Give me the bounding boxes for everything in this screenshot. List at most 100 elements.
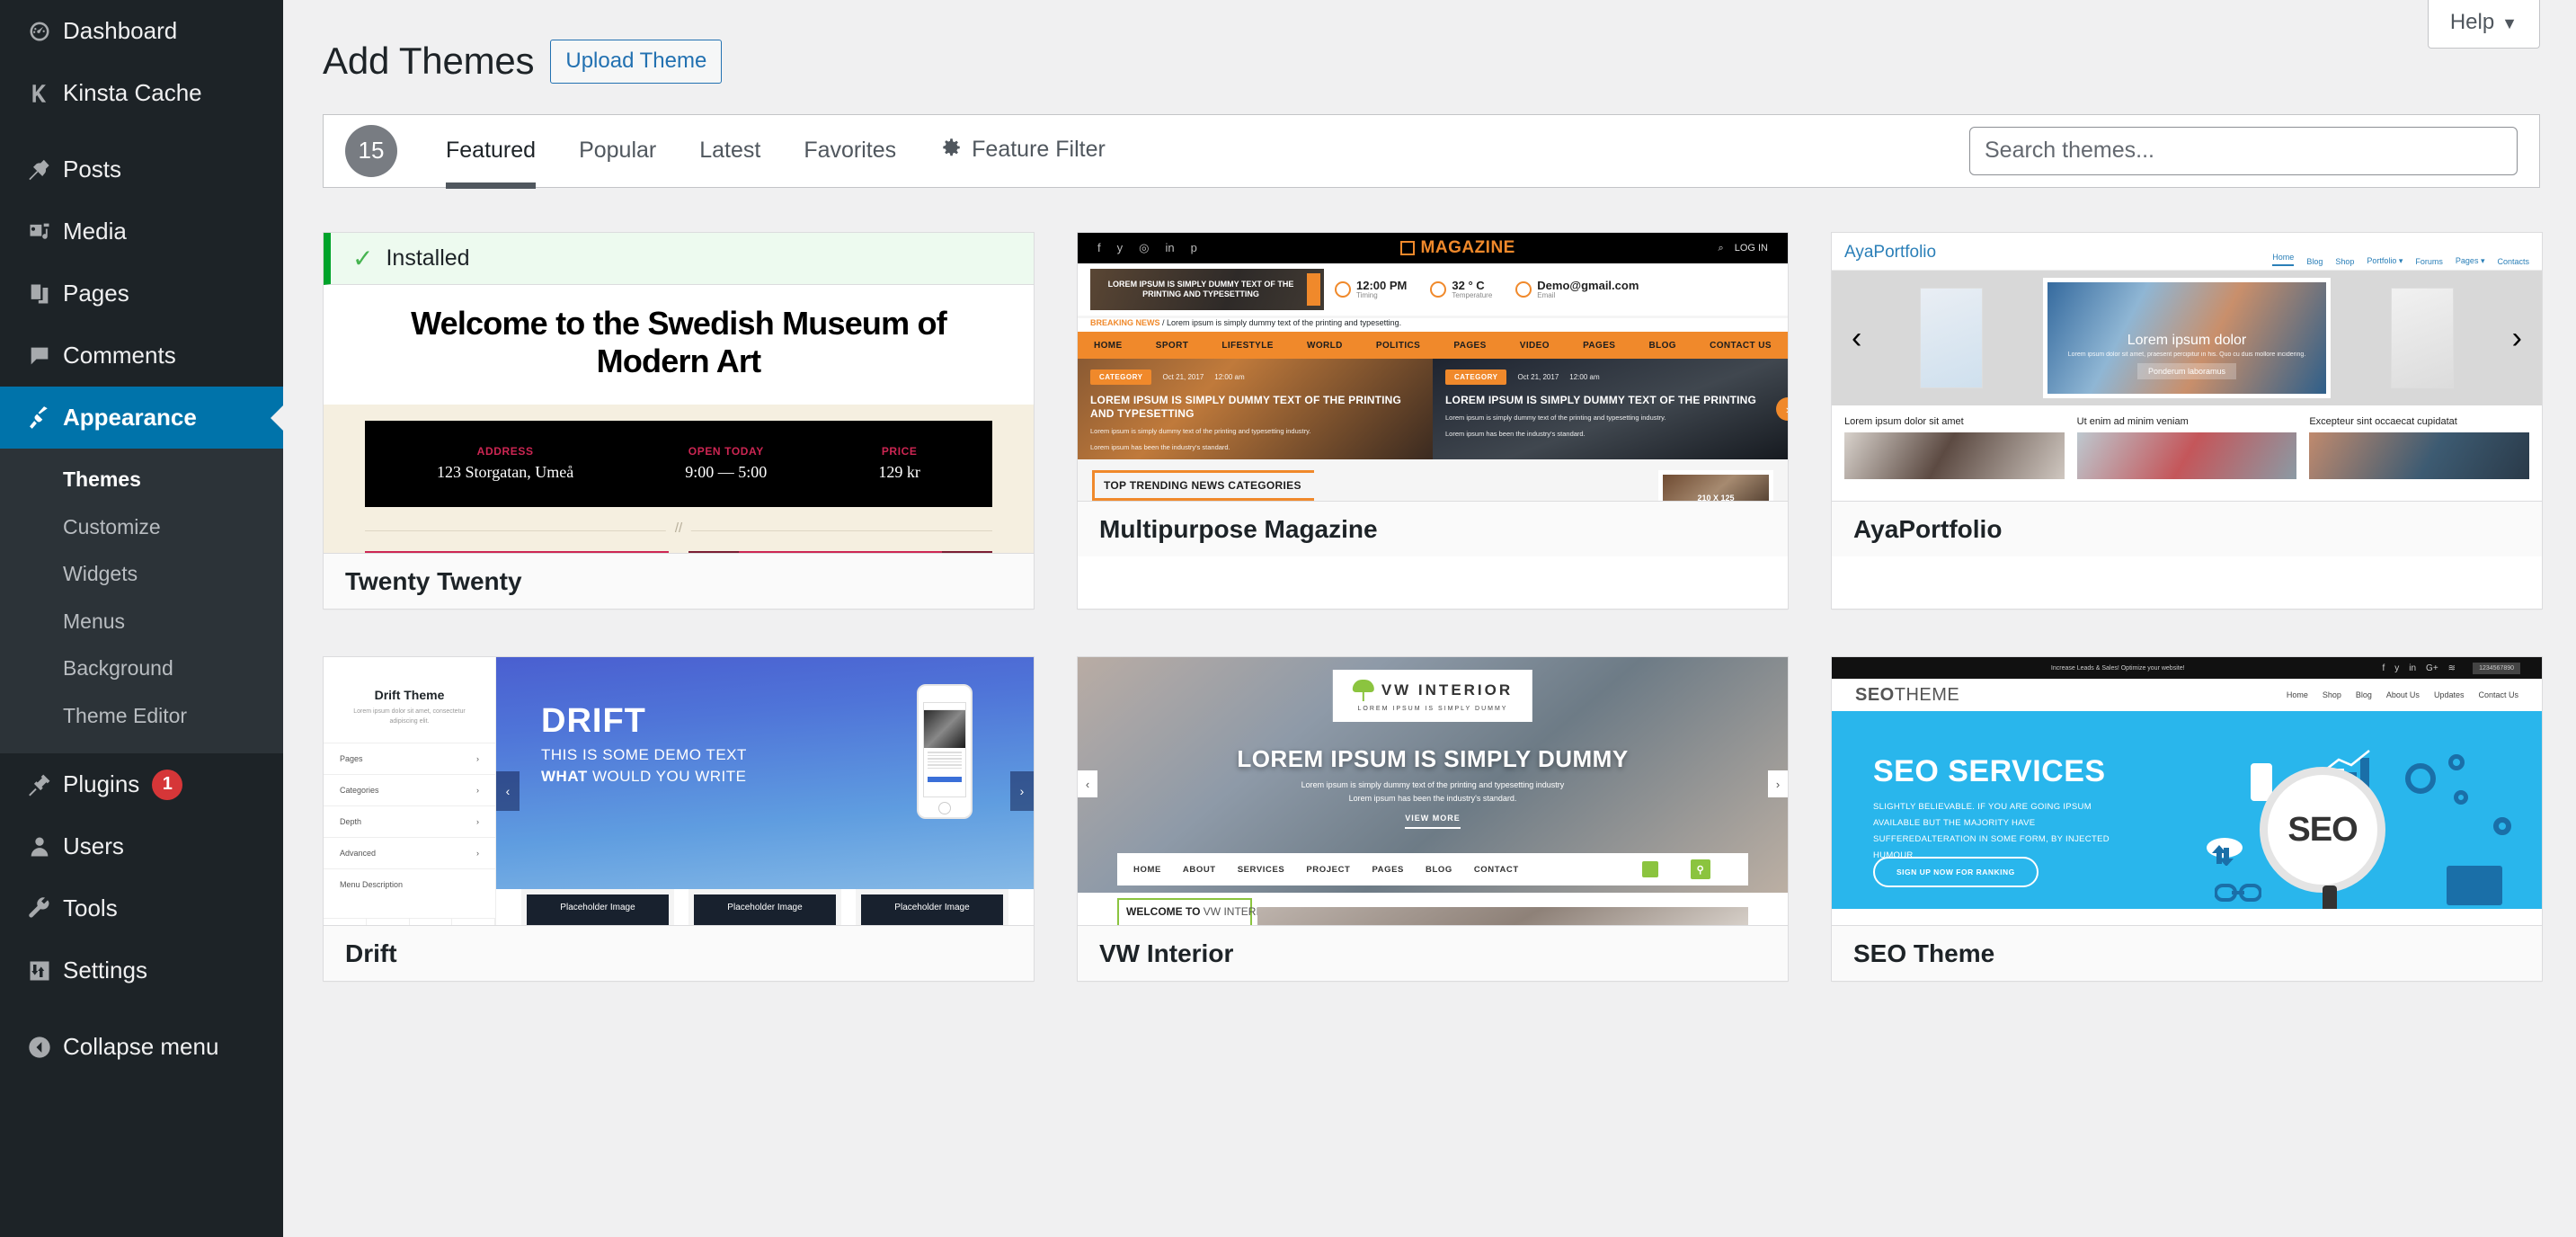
ay-nav-item[interactable]: Forums bbox=[2415, 257, 2443, 266]
seo-nav-item[interactable]: Updates bbox=[2434, 690, 2465, 699]
submenu-item-customize[interactable]: Customize bbox=[0, 503, 283, 551]
submenu-item-themes[interactable]: Themes bbox=[0, 456, 283, 503]
vw-nav-item[interactable]: BLOG bbox=[1426, 865, 1452, 875]
search-icon[interactable]: ⚲ bbox=[1691, 859, 1710, 879]
theme-screenshot[interactable]: Increase Leads & Sales! Optimize your we… bbox=[1832, 657, 2542, 925]
sidebar-item-comments[interactable]: Comments bbox=[0, 325, 283, 387]
tab-latest[interactable]: Latest bbox=[678, 114, 782, 187]
seo-nav-item[interactable]: Home bbox=[2287, 690, 2308, 699]
media-icon bbox=[16, 219, 63, 245]
theme-screenshot[interactable]: Welcome to the Swedish Museum of Modern … bbox=[324, 285, 1034, 553]
theme-card[interactable]: Drift Theme Lorem ipsum dolor sit amet, … bbox=[323, 656, 1035, 982]
dr-menu-item[interactable]: Menu Description bbox=[324, 868, 495, 900]
theme-card[interactable]: f у ◎ in p MAGAZINE ⌕ LOG IN LOREM IPSUM… bbox=[1077, 232, 1789, 610]
seo-signup-button[interactable]: SIGN UP NOW FOR RANKING bbox=[1873, 857, 2039, 887]
twitter-icon[interactable]: у bbox=[367, 919, 410, 925]
ay-nav-item[interactable]: Blog bbox=[2306, 257, 2323, 266]
seo-nav-item[interactable]: About Us bbox=[2386, 690, 2420, 699]
tab-favorites[interactable]: Favorites bbox=[782, 114, 918, 187]
vw-nav-item[interactable]: PAGES bbox=[1372, 865, 1404, 875]
dr-hero-line2-bold: WHAT bbox=[541, 768, 588, 785]
upload-theme-button[interactable]: Upload Theme bbox=[550, 40, 723, 84]
ay-nav-item[interactable]: Contacts bbox=[2497, 257, 2529, 266]
mg-nav-item[interactable]: VIDEO bbox=[1520, 341, 1550, 351]
mg-nav-item[interactable]: BLOG bbox=[1648, 341, 1676, 351]
next-slide-button[interactable]: › bbox=[2512, 323, 2522, 353]
mg-nav-item[interactable]: LIFESTYLE bbox=[1221, 341, 1274, 351]
submenu-item-menus[interactable]: Menus bbox=[0, 598, 283, 645]
gear-icon bbox=[939, 136, 963, 165]
mg-nav-item[interactable]: PAGES bbox=[1453, 341, 1486, 351]
googleplus-icon[interactable]: G+ bbox=[410, 919, 453, 925]
link-icon bbox=[2214, 884, 2262, 902]
facebook-icon[interactable]: f bbox=[324, 919, 367, 925]
theme-screenshot[interactable]: AyaPortfolio Home Blog Shop Portfolio ▾ … bbox=[1832, 233, 2542, 501]
theme-screenshot[interactable]: Drift Theme Lorem ipsum dolor sit amet, … bbox=[324, 657, 1034, 925]
linkedin-icon[interactable]: in bbox=[2409, 663, 2416, 673]
tab-featured[interactable]: Featured bbox=[424, 114, 557, 190]
submenu-item-widgets[interactable]: Widgets bbox=[0, 550, 283, 598]
seo-nav-item[interactable]: Shop bbox=[2323, 690, 2341, 699]
theme-card[interactable]: ✓ Installed Welcome to the Swedish Museu… bbox=[323, 232, 1035, 610]
vw-nav-item[interactable]: ABOUT bbox=[1183, 865, 1216, 875]
submenu-item-theme-editor[interactable]: Theme Editor bbox=[0, 692, 283, 740]
mg-nav-item[interactable]: WORLD bbox=[1307, 341, 1343, 351]
sidebar-item-tools[interactable]: Tools bbox=[0, 877, 283, 939]
next-slide-button[interactable]: › bbox=[1010, 771, 1034, 811]
sidebar-item-plugins[interactable]: Plugins 1 bbox=[0, 753, 283, 815]
vw-nav-item[interactable]: PROJECT bbox=[1306, 865, 1350, 875]
mg-nav-item[interactable]: SPORT bbox=[1156, 341, 1188, 351]
linkedin-icon[interactable]: in bbox=[452, 919, 495, 925]
dr-menu-item[interactable]: Advanced › bbox=[324, 837, 495, 868]
theme-card[interactable]: VW INTERIOR LOREM IPSUM IS SIMPLY DUMMY … bbox=[1077, 656, 1789, 982]
twitter-icon[interactable]: у bbox=[2394, 663, 2399, 673]
prev-slide-button[interactable]: ‹ bbox=[496, 771, 520, 811]
dr-menu-item[interactable]: Categories › bbox=[324, 774, 495, 805]
ay-nav-item[interactable]: Home bbox=[2272, 253, 2295, 266]
vw-nav-item[interactable]: HOME bbox=[1133, 865, 1161, 875]
ay-post[interactable]: Excepteur sint occaecat cupidatat bbox=[2309, 416, 2530, 479]
sidebar-item-settings[interactable]: Settings bbox=[0, 939, 283, 1001]
facebook-icon[interactable]: f bbox=[2382, 663, 2385, 673]
theme-screenshot[interactable]: VW INTERIOR LOREM IPSUM IS SIMPLY DUMMY … bbox=[1078, 657, 1788, 925]
sidebar-item-dashboard[interactable]: Dashboard bbox=[0, 0, 283, 62]
help-tab-button[interactable]: Help ▼ bbox=[2427, 0, 2540, 49]
dr-menu-item[interactable]: Pages › bbox=[324, 743, 495, 774]
theme-screenshot[interactable]: f у ◎ in p MAGAZINE ⌕ LOG IN LOREM IPSUM… bbox=[1078, 233, 1788, 501]
seo-nav-item[interactable]: Blog bbox=[2356, 690, 2372, 699]
ay-post[interactable]: Ut enim ad minim veniam bbox=[2076, 416, 2297, 479]
sidebar-item-users[interactable]: Users bbox=[0, 815, 283, 877]
ay-post[interactable]: Lorem ipsum dolor sit amet bbox=[1844, 416, 2065, 479]
vw-welcome-image bbox=[1257, 907, 1748, 925]
cart-icon[interactable] bbox=[1642, 861, 1658, 877]
sidebar-item-appearance[interactable]: Appearance bbox=[0, 387, 283, 449]
mg-nav-item[interactable]: HOME bbox=[1094, 341, 1123, 351]
theme-card[interactable]: AyaPortfolio Home Blog Shop Portfolio ▾ … bbox=[1831, 232, 2543, 610]
ay-nav-item[interactable]: Pages ▾ bbox=[2456, 256, 2485, 266]
sidebar-item-pages[interactable]: Pages bbox=[0, 263, 283, 325]
sidebar-item-posts[interactable]: Posts bbox=[0, 138, 283, 200]
theme-card[interactable]: Increase Leads & Sales! Optimize your we… bbox=[1831, 656, 2543, 982]
seo-nav-item[interactable]: Contact Us bbox=[2478, 690, 2518, 699]
mg-nav-item[interactable]: POLITICS bbox=[1376, 341, 1420, 351]
sidebar-item-media[interactable]: Media bbox=[0, 200, 283, 263]
sidebar-item-label: Appearance bbox=[63, 404, 197, 431]
dr-menu-item[interactable]: Depth › bbox=[324, 805, 495, 837]
ay-nav-item[interactable]: Shop bbox=[2335, 257, 2354, 266]
googleplus-icon[interactable]: G+ bbox=[2426, 663, 2438, 673]
prev-slide-button[interactable]: ‹ bbox=[1852, 323, 1861, 353]
rss-icon[interactable]: ≋ bbox=[2448, 663, 2456, 673]
tab-popular[interactable]: Popular bbox=[557, 114, 678, 187]
search-input[interactable]: Search themes... bbox=[1969, 126, 2518, 175]
submenu-item-background[interactable]: Background bbox=[0, 645, 283, 692]
vw-nav-item[interactable]: CONTACT bbox=[1474, 865, 1519, 875]
vw-nav-item[interactable]: SERVICES bbox=[1238, 865, 1285, 875]
ay-nav-item[interactable]: Portfolio ▾ bbox=[2367, 256, 2403, 266]
ay-slide-button[interactable]: Ponderum laboramus bbox=[2136, 363, 2237, 379]
mg-nav-item[interactable]: CONTACT US bbox=[1710, 341, 1772, 351]
sidebar-item-collapse-menu[interactable]: Collapse menu bbox=[0, 1016, 283, 1078]
sidebar-item-kinsta-cache[interactable]: Kinsta Cache bbox=[0, 62, 283, 124]
feature-filter-button[interactable]: Feature Filter bbox=[918, 112, 1127, 189]
mg-nav-item[interactable]: PAGES bbox=[1583, 341, 1615, 351]
vw-view-more-button[interactable]: VIEW MORE bbox=[1405, 814, 1461, 829]
